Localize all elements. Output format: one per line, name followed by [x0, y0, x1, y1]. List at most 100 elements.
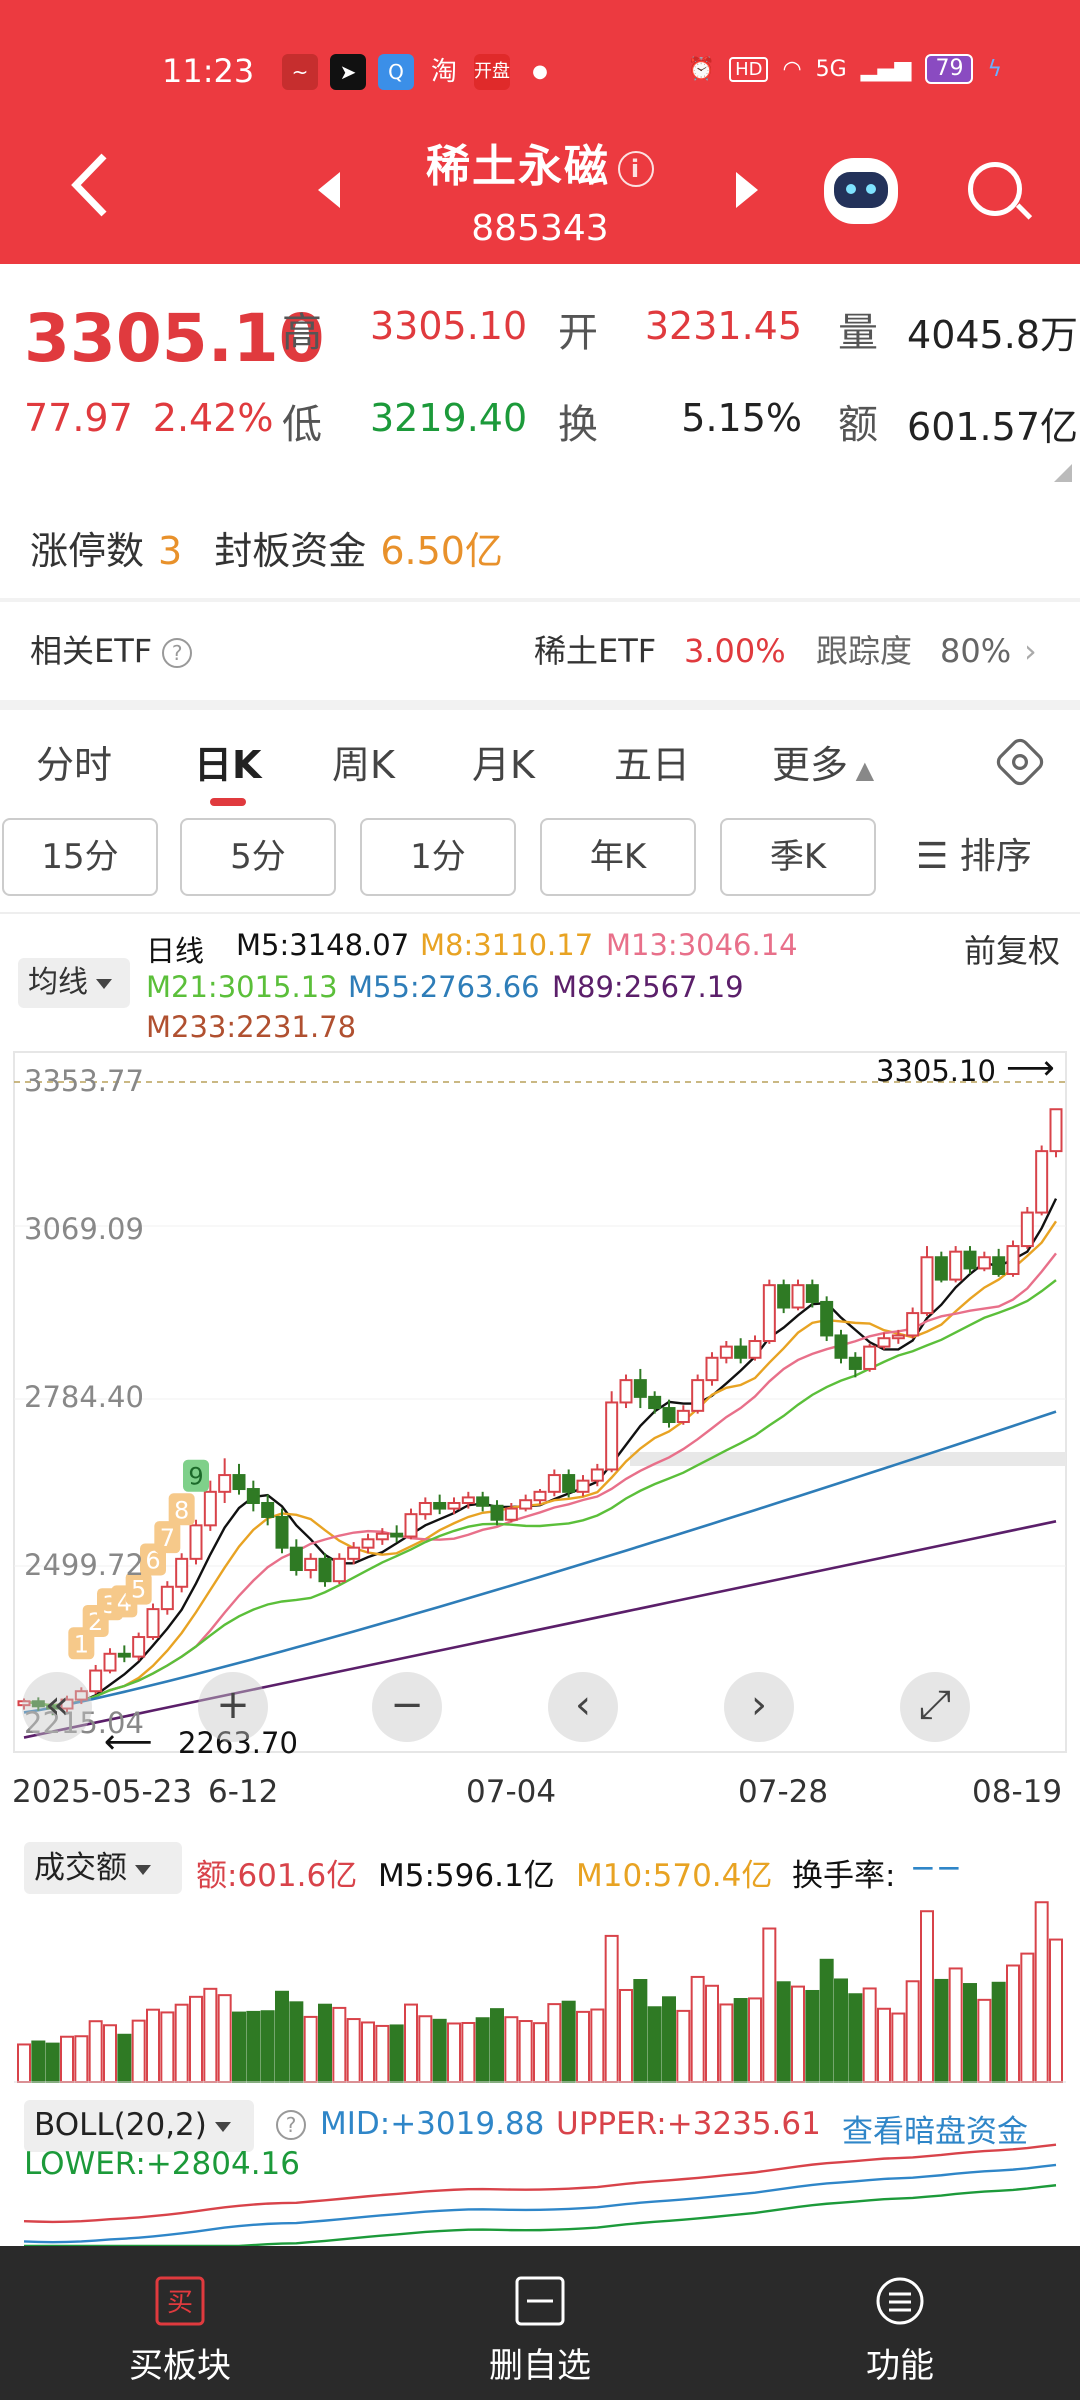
boll-mid: MID:+3019.88 [320, 2106, 545, 2142]
candle-body [562, 1474, 576, 1493]
volume-bar [45, 2042, 60, 2084]
candle-body [132, 1636, 146, 1658]
volume-bar [332, 2006, 347, 2083]
td-label: 8 [174, 1496, 189, 1524]
volume-bar [1049, 1938, 1063, 2083]
functions-button[interactable]: 功能 [800, 2276, 1000, 2387]
dark-pool-link[interactable]: 查看暗盘资金 [842, 2106, 1028, 2151]
volume-bar [303, 2015, 318, 2083]
zoom-in-button[interactable]: + [198, 1672, 268, 1742]
candles [17, 1108, 1063, 1716]
candle-body [920, 1256, 934, 1315]
candle-body [519, 1499, 533, 1510]
volume-bar [246, 2010, 261, 2083]
x-axis-label: 08-19 [972, 1774, 1063, 1810]
candle-body [347, 1546, 361, 1560]
turnover-rate-value: −− [910, 1850, 962, 1886]
candle-body [1020, 1211, 1034, 1248]
td-label: 9 [188, 1463, 203, 1491]
x-axis-label: 07-28 [738, 1774, 829, 1810]
volume-bar [805, 1989, 820, 2083]
candle-body [117, 1652, 131, 1658]
candle-body [891, 1334, 905, 1340]
x-axis-label: 07-04 [466, 1774, 557, 1810]
candle-body [261, 1501, 275, 1518]
volume-bar [877, 2007, 891, 2083]
candle-body [633, 1379, 647, 1398]
left-arrow-icon: ⟵ [104, 1722, 153, 1762]
help-icon[interactable]: ? [276, 2110, 306, 2140]
volume-bar [834, 1978, 848, 2084]
candle-body [361, 1538, 375, 1549]
volume-bar [189, 1995, 203, 2084]
kline-chart[interactable]: 123 4 56789 [0, 0, 1080, 2246]
volume-bar [891, 2012, 906, 2084]
volume-bar [719, 2003, 734, 2083]
volume-amount: 额:601.6亿 [196, 1858, 358, 1894]
volume-bar [604, 1934, 619, 2083]
volume-bar [1006, 1964, 1020, 2084]
scroll-right-button[interactable]: › [724, 1672, 794, 1742]
volume-bar [733, 1998, 748, 2083]
candle-body [461, 1496, 475, 1504]
candle-body [476, 1496, 490, 1507]
volume-bar [389, 2024, 404, 2084]
dropdown-icon [214, 2121, 231, 2132]
candle-body [977, 1256, 991, 1270]
x-axis-label: 6-12 [208, 1774, 279, 1810]
buy-icon: 买 [155, 2276, 205, 2326]
candle-body [1006, 1245, 1020, 1276]
td-label: 7 [160, 1524, 175, 1552]
volume-bar [676, 2009, 691, 2083]
ma-lines [23, 1198, 1058, 1739]
volume-bar [375, 2024, 390, 2084]
volume-bar [361, 2021, 375, 2083]
fullscreen-button[interactable]: ⤢ [900, 1672, 970, 1742]
volume-bar [404, 2003, 418, 2083]
candle-body [175, 1557, 189, 1588]
boll-select[interactable]: BOLL(20,2) [24, 2100, 254, 2152]
candle-body [375, 1532, 389, 1541]
buy-sector-button[interactable]: 买 买板块 [80, 2276, 280, 2387]
candle-body [748, 1340, 762, 1359]
volume-bar [174, 2003, 189, 2084]
scroll-left-fast-button[interactable]: « [22, 1672, 92, 1742]
volume-m5: M5:596.1亿 [378, 1858, 555, 1894]
volume-bar [518, 2020, 533, 2083]
volume-bar [461, 2021, 476, 2083]
price-axis-tick: 2784.40 [24, 1380, 144, 1414]
volume-bar [1034, 1901, 1049, 2084]
volume-bar [60, 2035, 74, 2084]
volume-bar [217, 1994, 232, 2084]
candle-body [906, 1312, 920, 1337]
volume-bar [1020, 1952, 1035, 2084]
zoom-out-button[interactable]: − [372, 1672, 442, 1742]
candle-body [103, 1652, 117, 1672]
candle-body [404, 1513, 418, 1538]
svg-text:买: 买 [167, 2288, 193, 2318]
candle-body [662, 1407, 676, 1424]
volume-bar [633, 1979, 648, 2083]
x-axis-label: 2025-05-23 [12, 1774, 193, 1810]
volume-bar [447, 2022, 461, 2083]
volume-select[interactable]: 成交额 [24, 1842, 182, 1894]
scroll-left-button[interactable]: ‹ [548, 1672, 618, 1742]
candle-body [1049, 1108, 1063, 1153]
candle-body [590, 1468, 604, 1482]
right-arrow-icon: ⟶ [1006, 1048, 1055, 1088]
candle-body [547, 1474, 561, 1493]
volume-bar [705, 1984, 719, 2083]
remove-watchlist-button[interactable]: 删自选 [440, 2276, 640, 2387]
candle-body [576, 1479, 590, 1493]
candle-body [189, 1524, 203, 1560]
dropdown-icon [135, 1864, 151, 1875]
volume-bar [690, 1975, 705, 2084]
volume-bar [260, 2010, 275, 2083]
high-marker-value: 3305.10 [876, 1054, 996, 1088]
candle-body [762, 1284, 776, 1343]
volume-bar [776, 1981, 791, 2083]
highlight-band [630, 1452, 1066, 1466]
candle-body [418, 1501, 432, 1516]
candle-body [777, 1284, 791, 1309]
candle-body [619, 1379, 633, 1404]
